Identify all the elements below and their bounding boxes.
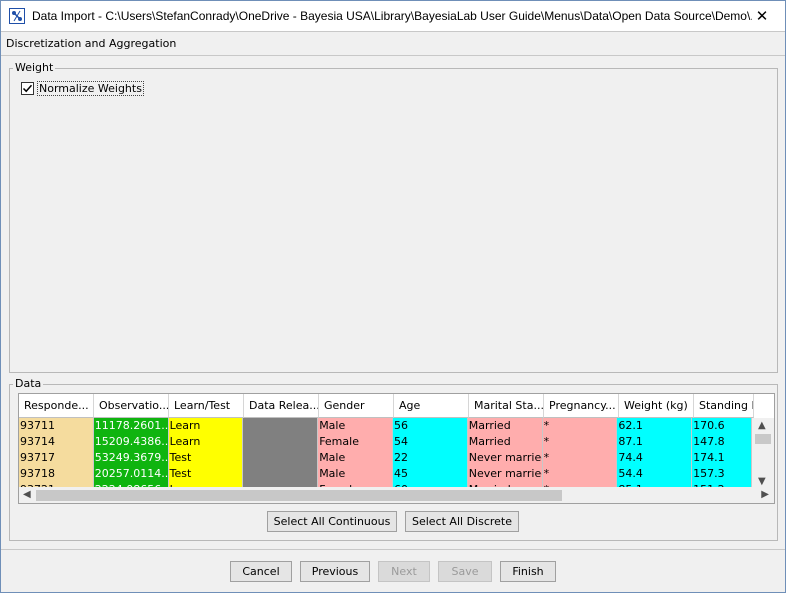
bayesialab-app-icon bbox=[9, 8, 25, 24]
window-title: Data Import - C:\Users\StefanConrady\One… bbox=[32, 9, 752, 23]
header-separator bbox=[1, 55, 785, 56]
table-cell bbox=[243, 466, 319, 482]
vertical-scroll-thumb[interactable] bbox=[755, 434, 771, 444]
table-body: 93711 11178.2601... Learn Male 56 Married * 62.… bbox=[19, 418, 752, 489]
column-header[interactable]: Observatio... bbox=[94, 394, 169, 418]
table-cell: * bbox=[542, 450, 618, 466]
column-header[interactable]: Gender bbox=[319, 394, 394, 418]
title-bar[interactable]: Data Import - C:\Users\StefanConrady\One… bbox=[1, 1, 785, 31]
footer-separator bbox=[1, 549, 785, 550]
chevron-right-icon[interactable]: ▶ bbox=[761, 489, 769, 500]
table-cell: Test bbox=[168, 466, 244, 482]
select-all-continuous-button[interactable]: Select All Continuous bbox=[267, 511, 397, 532]
normalize-weights-option[interactable]: Normalize Weights bbox=[21, 81, 144, 96]
finish-button[interactable]: Finish bbox=[500, 561, 556, 582]
chevron-down-icon[interactable]: ▼ bbox=[758, 476, 766, 487]
table-cell: 93718 bbox=[19, 466, 94, 482]
table-cell: 22 bbox=[392, 450, 468, 466]
horizontal-scrollbar[interactable]: ◀ ▶ bbox=[19, 487, 774, 503]
table-cell: Test bbox=[168, 450, 244, 466]
weight-group-label: Weight bbox=[13, 61, 56, 74]
table-cell: 53249.3679... bbox=[93, 450, 169, 466]
column-header[interactable]: Pregnancy... bbox=[544, 394, 619, 418]
check-icon bbox=[22, 84, 33, 93]
table-cell: 54.4 bbox=[617, 466, 693, 482]
horizontal-scroll-thumb[interactable] bbox=[36, 490, 562, 501]
table-cell: 157.3 bbox=[692, 466, 752, 482]
column-header[interactable]: Learn/Test bbox=[169, 394, 244, 418]
table-cell: 62.1 bbox=[617, 418, 693, 434]
column-header[interactable]: Age bbox=[394, 394, 469, 418]
save-button[interactable]: Save bbox=[438, 561, 492, 582]
table-cell: Learn bbox=[168, 418, 244, 434]
table-header: Responde... Observatio... Learn/Test Data R… bbox=[19, 394, 754, 418]
next-button[interactable]: Next bbox=[378, 561, 430, 582]
close-icon: ✕ bbox=[755, 7, 769, 25]
table-cell: 174.1 bbox=[692, 450, 752, 466]
table-row[interactable]: 93711 11178.2601... Learn Male 56 Married * 62.… bbox=[19, 418, 752, 434]
column-header[interactable]: Responde... bbox=[19, 394, 94, 418]
table-cell: Male bbox=[318, 466, 393, 482]
data-table: Responde... Observatio... Learn/Test Data R… bbox=[18, 393, 775, 504]
table-row[interactable]: 93714 15209.4386... Learn Female 54 Married * 8… bbox=[19, 434, 752, 450]
weight-group bbox=[9, 68, 778, 373]
table-cell: 87.1 bbox=[617, 434, 693, 450]
table-cell: * bbox=[542, 434, 618, 450]
table-cell: 11178.2601... bbox=[93, 418, 169, 434]
table-cell: Married bbox=[467, 418, 543, 434]
close-button[interactable]: ✕ bbox=[739, 1, 785, 31]
table-cell: Male bbox=[318, 450, 393, 466]
table-cell: 74.4 bbox=[617, 450, 693, 466]
table-cell: 170.6 bbox=[692, 418, 752, 434]
normalize-weights-checkbox[interactable] bbox=[21, 82, 34, 95]
column-header[interactable]: Weight (kg) bbox=[619, 394, 694, 418]
data-group-label: Data bbox=[13, 377, 44, 390]
table-cell bbox=[243, 434, 319, 450]
table-cell: 15209.4386... bbox=[93, 434, 169, 450]
table-cell: * bbox=[542, 418, 618, 434]
normalize-weights-label: Normalize Weights bbox=[37, 81, 144, 96]
table-cell: Female bbox=[318, 434, 393, 450]
table-cell: 147.8 bbox=[692, 434, 752, 450]
table-cell: 93714 bbox=[19, 434, 94, 450]
step-title: Discretization and Aggregation bbox=[6, 37, 177, 50]
table-cell: Never married bbox=[467, 466, 543, 482]
cancel-button[interactable]: Cancel bbox=[230, 561, 292, 582]
title-separator bbox=[1, 31, 785, 32]
table-cell: 93711 bbox=[19, 418, 94, 434]
previous-button[interactable]: Previous bbox=[300, 561, 370, 582]
table-row[interactable]: 93717 53249.3679... Test Male 22 Never marrie… bbox=[19, 450, 752, 466]
chevron-up-icon[interactable]: ▲ bbox=[758, 420, 766, 431]
table-cell: 93717 bbox=[19, 450, 94, 466]
table-cell: Married bbox=[467, 434, 543, 450]
column-header[interactable]: Data Relea... bbox=[244, 394, 319, 418]
table-cell: 20257.0114... bbox=[93, 466, 169, 482]
select-all-discrete-button[interactable]: Select All Discrete bbox=[405, 511, 519, 532]
table-cell: Male bbox=[318, 418, 393, 434]
vertical-scrollbar[interactable]: ▲ ▼ bbox=[752, 418, 774, 489]
table-cell: 54 bbox=[392, 434, 468, 450]
table-cell bbox=[243, 450, 319, 466]
table-cell: Never married bbox=[467, 450, 543, 466]
table-row[interactable]: 93718 20257.0114... Test Male 45 Never marrie… bbox=[19, 466, 752, 482]
table-cell: 45 bbox=[392, 466, 468, 482]
table-cell: 56 bbox=[392, 418, 468, 434]
chevron-left-icon[interactable]: ◀ bbox=[23, 489, 31, 500]
table-cell: * bbox=[542, 466, 618, 482]
table-cell: Learn bbox=[168, 434, 244, 450]
table-cell bbox=[243, 418, 319, 434]
column-header[interactable]: Marital Sta... bbox=[469, 394, 544, 418]
data-import-window: Data Import - C:\Users\StefanConrady\One… bbox=[0, 0, 786, 593]
column-header[interactable]: Standing H bbox=[694, 394, 754, 418]
